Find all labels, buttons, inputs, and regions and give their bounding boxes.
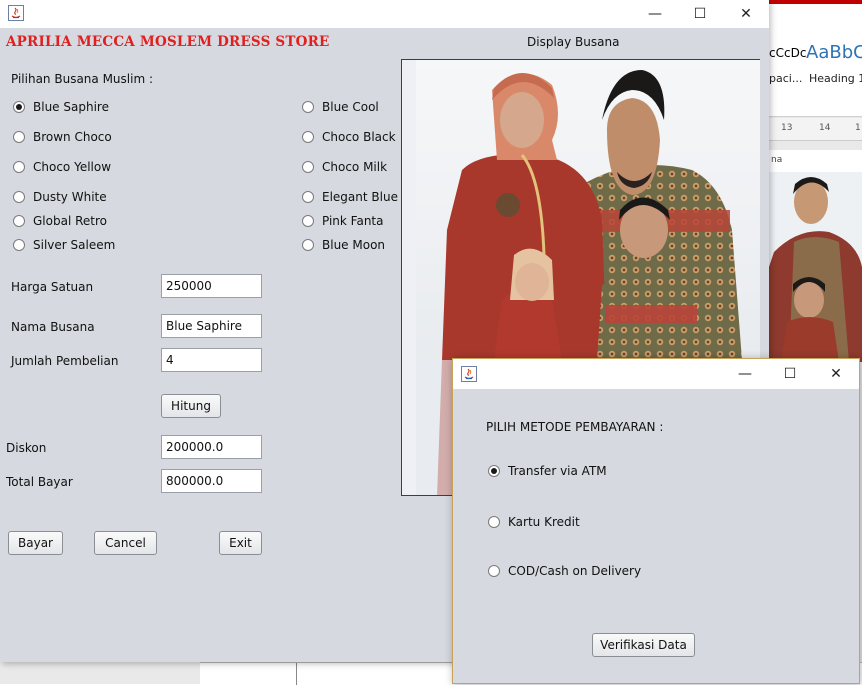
dialog-close-button[interactable]: ✕ <box>814 359 858 389</box>
radio-option-elegant-blue[interactable]: Elegant Blue <box>302 190 398 204</box>
radio-label: Blue Moon <box>322 238 386 252</box>
radio-option-pink-fanta[interactable]: Pink Fanta <box>302 214 384 228</box>
nama-label: Nama Busana <box>11 320 95 334</box>
radio-button[interactable] <box>488 516 500 528</box>
ruler-tick-1: 1 <box>855 123 861 133</box>
radio-option-blue-saphire[interactable]: Blue Saphire <box>13 100 109 114</box>
radio-button[interactable] <box>302 239 314 251</box>
radio-button[interactable] <box>13 215 25 227</box>
payment-heading: PILIH METODE PEMBAYARAN : <box>486 420 664 434</box>
style-sample-2[interactable]: AaBbC <box>806 42 862 63</box>
radio-button[interactable] <box>302 161 314 173</box>
radio-label: Pink Fanta <box>322 214 384 228</box>
payment-method-dialog: — ☐ ✕ PILIH METODE PEMBAYARAN : Transfer… <box>452 358 860 684</box>
display-label: Display Busana <box>527 35 620 49</box>
store-title: APRILIA MECCA MOSLEM DRESS STORE <box>6 34 330 50</box>
dialog-minimize-button[interactable]: — <box>723 359 767 389</box>
bayar-button[interactable]: Bayar <box>8 531 63 555</box>
jumlah-label: Jumlah Pembelian <box>11 354 119 368</box>
radio-option-choco-yellow[interactable]: Choco Yellow <box>13 160 111 174</box>
radio-label: Silver Saleem <box>33 238 116 252</box>
styles-gallery: cCcDc paci... AaBbC Heading 1 <box>769 30 862 117</box>
harga-label: Harga Satuan <box>11 280 94 294</box>
diskon-field[interactable]: 200000.0 <box>161 435 262 459</box>
exit-button[interactable]: Exit <box>219 531 262 555</box>
ruler-tick-14: 14 <box>819 123 831 133</box>
total-field[interactable]: 800000.0 <box>161 469 262 493</box>
horizontal-ruler: 13 14 1 <box>769 118 862 141</box>
radio-option-blue-moon[interactable]: Blue Moon <box>302 238 385 252</box>
radio-label: Elegant Blue <box>322 190 398 204</box>
java-app-icon <box>8 5 24 21</box>
main-title-bar: — ☐ ✕ <box>0 0 769 28</box>
close-button[interactable]: ✕ <box>724 0 768 28</box>
total-label: Total Bayar <box>6 475 73 489</box>
radio-option-choco-black[interactable]: Choco Black <box>302 130 396 144</box>
radio-label: COD/Cash on Delivery <box>508 564 642 578</box>
maximize-button[interactable]: ☐ <box>678 0 722 28</box>
style-name-2: Heading 1 <box>809 72 862 85</box>
document-photo <box>769 172 862 362</box>
radio-button[interactable] <box>13 191 25 203</box>
harga-field[interactable]: 250000 <box>161 274 262 298</box>
radio-button[interactable] <box>302 215 314 227</box>
navigation-strip: na <box>769 150 862 172</box>
section-label: Pilihan Busana Muslim : <box>11 72 153 86</box>
nama-field[interactable]: Blue Saphire <box>161 314 262 338</box>
cancel-button[interactable]: Cancel <box>94 531 157 555</box>
radio-label: Blue Cool <box>322 100 379 114</box>
radio-button[interactable] <box>302 131 314 143</box>
radio-option-brown-choco[interactable]: Brown Choco <box>13 130 112 144</box>
style-sample-1[interactable]: cCcDc <box>769 46 806 60</box>
radio-option-choco-milk[interactable]: Choco Milk <box>302 160 387 174</box>
radio-option-global-retro[interactable]: Global Retro <box>13 214 107 228</box>
radio-button[interactable] <box>13 239 25 251</box>
radio-button[interactable] <box>302 101 314 113</box>
radio-button-selected[interactable] <box>13 101 25 113</box>
java-app-icon <box>461 366 477 382</box>
radio-option-blue-cool[interactable]: Blue Cool <box>302 100 379 114</box>
payment-option-atm[interactable]: Transfer via ATM <box>488 464 607 478</box>
hitung-button[interactable]: Hitung <box>161 394 221 418</box>
radio-label: Kartu Kredit <box>508 515 580 529</box>
style-name-1: paci... <box>769 72 803 85</box>
dialog-title-bar: — ☐ ✕ <box>453 359 859 389</box>
radio-label: Dusty White <box>33 190 107 204</box>
radio-label: Brown Choco <box>33 130 112 144</box>
minimize-button[interactable]: — <box>633 0 677 28</box>
dialog-maximize-button[interactable]: ☐ <box>768 359 812 389</box>
payment-option-kartu-kredit[interactable]: Kartu Kredit <box>488 515 580 529</box>
radio-button[interactable] <box>488 565 500 577</box>
radio-button[interactable] <box>13 131 25 143</box>
verifikasi-button[interactable]: Verifikasi Data <box>592 633 695 657</box>
family-photo-partial <box>769 172 862 362</box>
nav-text: na <box>771 155 783 165</box>
radio-label: Choco Milk <box>322 160 388 174</box>
payment-option-cod[interactable]: COD/Cash on Delivery <box>488 564 641 578</box>
radio-button-selected[interactable] <box>488 465 500 477</box>
radio-label: Transfer via ATM <box>508 464 607 478</box>
radio-option-silver-saleem[interactable]: Silver Saleem <box>13 238 115 252</box>
ribbon-top <box>769 4 862 30</box>
radio-button[interactable] <box>13 161 25 173</box>
radio-option-dusty-white[interactable]: Dusty White <box>13 190 107 204</box>
jumlah-field[interactable]: 4 <box>161 348 262 372</box>
ruler-tick-13: 13 <box>781 123 793 133</box>
radio-button[interactable] <box>302 191 314 203</box>
diskon-label: Diskon <box>6 441 47 455</box>
radio-label: Choco Yellow <box>33 160 112 174</box>
radio-label: Choco Black <box>322 130 396 144</box>
radio-label: Blue Saphire <box>33 100 109 114</box>
radio-label: Global Retro <box>33 214 107 228</box>
